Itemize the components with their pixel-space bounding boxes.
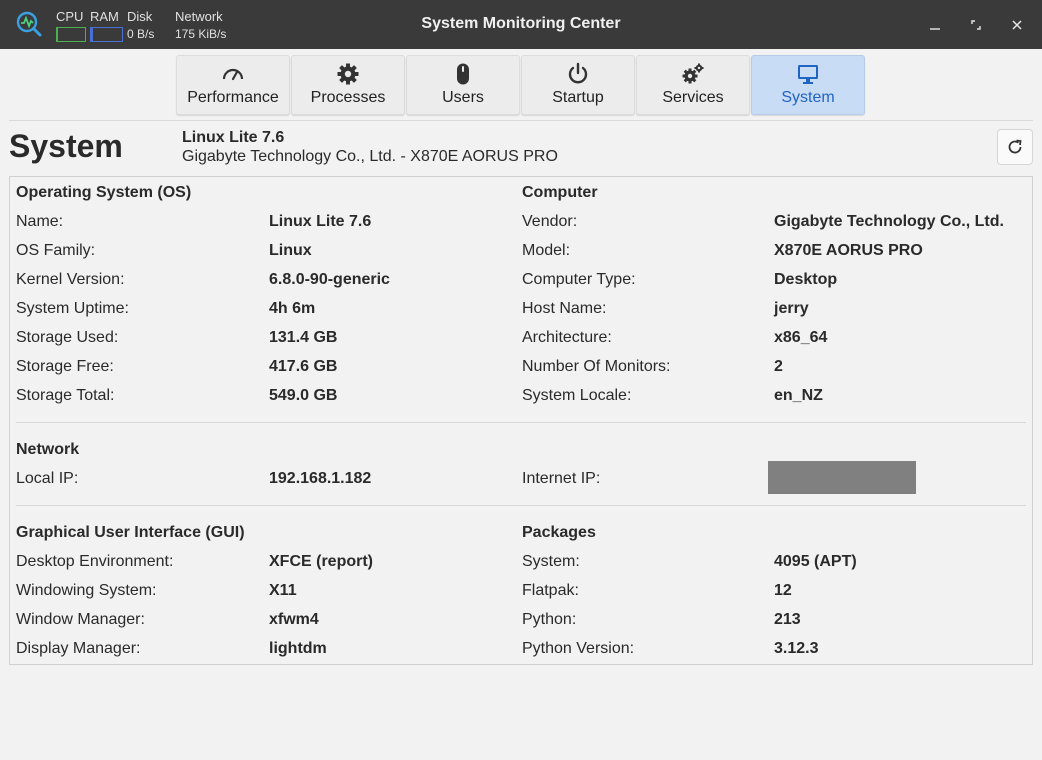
windowing-system-label: Windowing System: — [16, 582, 157, 599]
storage-free-label: Storage Free: — [16, 358, 114, 375]
hardware-summary: Gigabyte Technology Co., Ltd. - X870E AO… — [182, 148, 558, 165]
vendor-label: Vendor: — [522, 213, 578, 230]
os-summary: Linux Lite 7.6 — [182, 129, 285, 146]
system-packages-label: System: — [522, 553, 580, 570]
kernel-version-label: Kernel Version: — [16, 271, 125, 288]
main-tab-bar: Performance Processes Users Startup Serv… — [176, 55, 866, 116]
display-manager-value: lightdm — [269, 640, 327, 657]
tab-label: Startup — [552, 89, 604, 106]
refresh-button[interactable] — [997, 129, 1033, 165]
header-divider — [9, 120, 1033, 121]
monitors-count-label: Number Of Monitors: — [522, 358, 671, 375]
model-value: X870E AORUS PRO — [774, 242, 923, 259]
architecture-label: Architecture: — [522, 329, 612, 346]
storage-total-label: Storage Total: — [16, 387, 115, 404]
window-manager-value: xfwm4 — [269, 611, 319, 628]
os-name-label: Name: — [16, 213, 64, 230]
python-packages-value: 213 — [774, 611, 801, 628]
minimize-button[interactable] — [922, 12, 948, 38]
tab-label: Services — [662, 89, 724, 106]
model-label: Model: — [522, 242, 571, 259]
gui-section-heading: Graphical User Interface (GUI) — [16, 524, 245, 541]
storage-used-value: 131.4 GB — [269, 329, 338, 346]
local-ip-label: Local IP: — [16, 470, 79, 487]
maximize-button[interactable] — [963, 12, 989, 38]
minimize-icon — [930, 28, 940, 30]
power-icon — [568, 62, 588, 84]
system-locale-label: System Locale: — [522, 387, 632, 404]
desktop-environment-value: XFCE (report) — [269, 553, 373, 570]
network-section-heading: Network — [16, 441, 80, 458]
host-name-label: Host Name: — [522, 300, 607, 317]
close-button[interactable] — [1004, 12, 1030, 38]
tab-performance[interactable]: Performance — [176, 55, 290, 115]
vendor-value: Gigabyte Technology Co., Ltd. — [774, 213, 1004, 230]
display-manager-label: Display Manager: — [16, 640, 141, 657]
mouse-icon — [457, 63, 469, 85]
tab-processes[interactable]: Processes — [291, 55, 405, 115]
os-name-value: Linux Lite 7.6 — [269, 213, 372, 230]
python-packages-label: Python: — [522, 611, 577, 628]
tab-label: System — [781, 89, 835, 106]
tab-label: Processes — [310, 89, 386, 106]
storage-used-label: Storage Used: — [16, 329, 119, 346]
refresh-icon — [1008, 139, 1022, 154]
tab-label: Performance — [187, 89, 279, 106]
internet-ip-label: Internet IP: — [522, 470, 601, 487]
gear-icon — [337, 63, 359, 85]
python-version-label: Python Version: — [522, 640, 635, 657]
tab-label: Users — [442, 89, 484, 106]
windowing-system-value: X11 — [269, 582, 297, 599]
local-ip-value: 192.168.1.182 — [269, 470, 372, 487]
monitors-count-value: 2 — [774, 358, 783, 375]
os-family-value: Linux — [269, 242, 312, 259]
host-name-value: jerry — [774, 300, 809, 317]
close-icon — [1012, 20, 1022, 30]
computer-type-label: Computer Type: — [522, 271, 636, 288]
storage-total-value: 549.0 GB — [269, 387, 338, 404]
uptime-label: System Uptime: — [16, 300, 129, 317]
computer-section-heading: Computer — [522, 184, 598, 201]
window-manager-label: Window Manager: — [16, 611, 145, 628]
storage-free-value: 417.6 GB — [269, 358, 338, 375]
os-section-heading: Operating System (OS) — [16, 184, 192, 201]
kernel-version-value: 6.8.0-90-generic — [269, 271, 390, 288]
python-version-value: 3.12.3 — [774, 640, 819, 657]
system-packages-value: 4095 (APT) — [774, 553, 857, 570]
flatpak-label: Flatpak: — [522, 582, 579, 599]
tab-users[interactable]: Users — [406, 55, 520, 115]
monitor-icon — [798, 65, 818, 84]
section-divider — [16, 505, 1026, 506]
computer-type-value: Desktop — [774, 271, 838, 288]
system-info-panel: Operating System (OS) Name: Linux Lite 7… — [9, 176, 1033, 665]
desktop-environment-label: Desktop Environment: — [16, 553, 174, 570]
flatpak-value: 12 — [774, 582, 792, 599]
section-divider — [16, 422, 1026, 423]
os-family-label: OS Family: — [16, 242, 96, 259]
uptime-value: 4h 6m — [269, 300, 316, 317]
system-locale-value: en_NZ — [774, 387, 823, 404]
gears-icon — [682, 63, 704, 84]
maximize-icon — [971, 20, 981, 30]
window-title: System Monitoring Center — [421, 15, 621, 32]
tab-services[interactable]: Services — [636, 55, 750, 115]
tab-system[interactable]: System — [751, 55, 865, 115]
internet-ip-redacted — [768, 461, 916, 494]
page-title: System — [9, 128, 123, 164]
architecture-value: x86_64 — [774, 329, 828, 346]
speedometer-icon — [222, 68, 244, 81]
title-bar: CPU RAM Disk Network 0 B/s 175 KiB/s Sys… — [0, 0, 1042, 49]
packages-section-heading: Packages — [522, 524, 596, 541]
tab-startup[interactable]: Startup — [521, 55, 635, 115]
